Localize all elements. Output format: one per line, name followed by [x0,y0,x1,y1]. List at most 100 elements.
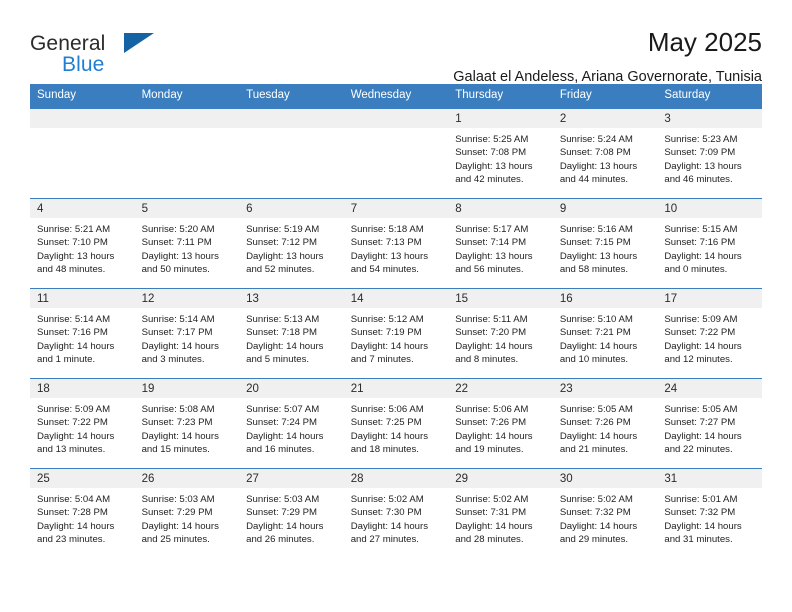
daylight-text-line2: and 44 minutes. [559,174,629,186]
sunrise-text: Sunrise: 5:11 AM [455,313,528,325]
calendar-day-cell[interactable]: 5 Sunrise: 5:20 AM Sunset: 7:11 PM Daylight… [134,197,240,288]
day-sun-info: Sunrise: 5:18 AM Sunset: 7:13 PM Daylight:… [344,218,449,277]
sunset-text: Sunset: 7:08 PM [559,147,631,159]
sunset-text: Sunset: 7:28 PM [37,507,108,519]
sunrise-text: Sunrise: 5:01 AM [664,493,738,505]
daylight-text-line1: Daylight: 13 hours [664,160,742,172]
calendar-day-cell[interactable]: 29 Sunrise: 5:02 AM Sunset: 7:31 PM Dayligh… [448,467,553,558]
calendar-day-cell[interactable]: 14 Sunrise: 5:12 AM Sunset: 7:19 PM Dayligh… [343,287,449,378]
calendar-day-cell[interactable]: 20 Sunrise: 5:07 AM Sunset: 7:24 PM Dayligh… [239,377,344,468]
sunrise-text: Sunrise: 5:02 AM [455,493,529,505]
daylight-text-line1: Daylight: 14 hours [350,430,429,442]
sunrise-text: Sunrise: 5:23 AM [664,133,738,145]
daylight-text-line2: and 22 minutes. [664,444,733,456]
sunset-text: Sunset: 7:32 PM [559,507,631,519]
day-sun-info: Sunrise: 5:01 AM Sunset: 7:32 PM Daylight:… [657,488,762,547]
calendar-day-cell[interactable]: 21 Sunrise: 5:06 AM Sunset: 7:25 PM Dayligh… [343,377,449,468]
daylight-text-line1: Daylight: 14 hours [664,520,742,532]
calendar-daynum: 22 [448,378,553,398]
location-subtitle: Galaat el Andeless, Ariana Governorate, … [453,68,762,85]
sunrise-text: Sunrise: 5:03 AM [141,493,215,505]
calendar-day-cell[interactable]: 6 Sunrise: 5:19 AM Sunset: 7:12 PM Daylight… [239,197,344,288]
calendar-day-cell[interactable]: 31 Sunrise: 5:01 AM Sunset: 7:32 PM Dayligh… [657,467,762,558]
calendar-day-cell[interactable]: 27 Sunrise: 5:03 AM Sunset: 7:29 PM Dayligh… [239,467,344,558]
calendar-daynum: 8 [448,198,553,218]
daylight-text-line2: and 46 minutes. [664,174,733,186]
day-sun-info: Sunrise: 5:08 AM Sunset: 7:23 PM Daylight:… [135,398,240,457]
day-sun-info: Sunrise: 5:03 AM Sunset: 7:29 PM Daylight:… [135,488,240,547]
sunrise-text: Sunrise: 5:02 AM [559,493,633,505]
sunset-text: Sunset: 7:29 PM [246,507,318,519]
day-sun-info: Sunrise: 5:17 AM Sunset: 7:14 PM Daylight:… [448,218,553,277]
day-sun-info: Sunrise: 5:14 AM Sunset: 7:17 PM Daylight:… [135,308,240,367]
calendar-day-cell[interactable]: 11 Sunrise: 5:14 AM Sunset: 7:16 PM Dayligh… [30,287,135,378]
calendar-day-cell[interactable]: 12 Sunrise: 5:14 AM Sunset: 7:17 PM Dayligh… [134,287,240,378]
calendar-daynum: 20 [239,378,344,398]
calendar-day-cell[interactable]: 7 Sunrise: 5:18 AM Sunset: 7:13 PM Daylight… [343,197,449,288]
brand-logo[interactable]: General Blue [30,28,160,80]
daylight-text-line1: Daylight: 14 hours [455,520,533,532]
calendar-day-cell[interactable]: 22 Sunrise: 5:06 AM Sunset: 7:26 PM Dayligh… [448,377,553,468]
calendar-daynum: 30 [552,468,658,488]
daylight-text-line1: Daylight: 13 hours [559,250,638,262]
calendar-day-cell[interactable]: 3 Sunrise: 5:23 AM Sunset: 7:09 PM Daylight… [657,107,762,198]
calendar-day-cell[interactable]: 30 Sunrise: 5:02 AM Sunset: 7:32 PM Dayligh… [552,467,658,558]
daylight-text-line2: and 27 minutes. [350,534,419,546]
calendar-day-cell[interactable]: 17 Sunrise: 5:09 AM Sunset: 7:22 PM Dayligh… [657,287,762,378]
daylight-text-line2: and 25 minutes. [141,534,210,546]
calendar-daynum: 31 [657,468,762,488]
calendar-day-cell[interactable]: 9 Sunrise: 5:16 AM Sunset: 7:15 PM Daylight… [552,197,658,288]
sunset-text: Sunset: 7:27 PM [664,417,736,429]
calendar-day-cell[interactable]: 2 Sunrise: 5:24 AM Sunset: 7:08 PM Daylight… [552,107,658,198]
sunset-text: Sunset: 7:23 PM [141,417,213,429]
calendar-day-cell[interactable]: 25 Sunrise: 5:04 AM Sunset: 7:28 PM Dayligh… [30,467,135,558]
calendar-day-cell[interactable]: 26 Sunrise: 5:03 AM Sunset: 7:29 PM Dayligh… [134,467,240,558]
sunrise-text: Sunrise: 5:14 AM [37,313,111,325]
calendar-day-cell[interactable]: 19 Sunrise: 5:08 AM Sunset: 7:23 PM Dayligh… [134,377,240,468]
sunset-text: Sunset: 7:30 PM [350,507,422,519]
day-sun-info: Sunrise: 5:10 AM Sunset: 7:21 PM Daylight:… [553,308,658,367]
calendar-day-cell[interactable]: 16 Sunrise: 5:10 AM Sunset: 7:21 PM Dayligh… [552,287,658,378]
title-block: May 2025 Galaat el Andeless, Ariana Gove… [453,28,762,85]
day-sun-info: Sunrise: 5:25 AM Sunset: 7:08 PM Daylight:… [448,128,553,187]
calendar-daynum: 19 [134,378,240,398]
calendar-body: 1 Sunrise: 5:25 AM Sunset: 7:08 PM Daylight… [30,107,762,558]
weekday-header-wednesday: Wednesday [343,84,449,108]
day-sun-info: Sunrise: 5:07 AM Sunset: 7:24 PM Daylight:… [239,398,344,457]
calendar-day-cell[interactable]: 13 Sunrise: 5:13 AM Sunset: 7:18 PM Dayligh… [239,287,344,378]
calendar-day-cell[interactable]: 24 Sunrise: 5:05 AM Sunset: 7:27 PM Dayligh… [657,377,762,468]
sunrise-text: Sunrise: 5:10 AM [559,313,633,325]
day-sun-info: Sunrise: 5:04 AM Sunset: 7:28 PM Daylight:… [30,488,135,547]
calendar-day-cell[interactable]: 8 Sunrise: 5:17 AM Sunset: 7:14 PM Daylight… [448,197,553,288]
sunrise-text: Sunrise: 5:08 AM [141,403,215,415]
daylight-text-line1: Daylight: 14 hours [664,430,742,442]
calendar-daynum: 2 [552,108,658,128]
sunset-text: Sunset: 7:14 PM [455,237,527,249]
daylight-text-line2: and 48 minutes. [37,264,106,276]
daylight-text-line2: and 7 minutes. [350,354,414,366]
sunrise-text: Sunrise: 5:15 AM [664,223,738,235]
calendar-day-cell[interactable]: 4 Sunrise: 5:21 AM Sunset: 7:10 PM Daylight… [30,197,135,288]
sunset-text: Sunset: 7:16 PM [664,237,736,249]
calendar-day-cell[interactable]: 1 Sunrise: 5:25 AM Sunset: 7:08 PM Daylight… [448,107,553,198]
sunset-text: Sunset: 7:22 PM [37,417,108,429]
daylight-text-line2: and 29 minutes. [559,534,629,546]
calendar-day-cell[interactable]: 10 Sunrise: 5:15 AM Sunset: 7:16 PM Dayligh… [657,197,762,288]
calendar-daynum: 17 [657,288,762,308]
sunset-text: Sunset: 7:10 PM [37,237,108,249]
calendar-day-cell[interactable]: 15 Sunrise: 5:11 AM Sunset: 7:20 PM Dayligh… [448,287,553,378]
daylight-text-line1: Daylight: 14 hours [141,520,219,532]
sunrise-text: Sunrise: 5:02 AM [350,493,424,505]
calendar-day-cell[interactable]: 23 Sunrise: 5:05 AM Sunset: 7:26 PM Dayligh… [552,377,658,468]
calendar-day-cell[interactable]: 28 Sunrise: 5:02 AM Sunset: 7:30 PM Dayligh… [343,467,449,558]
daylight-text-line1: Daylight: 13 hours [455,160,533,172]
daylight-text-line1: Daylight: 14 hours [246,430,324,442]
sunset-text: Sunset: 7:22 PM [664,327,736,339]
sunset-text: Sunset: 7:11 PM [141,237,212,249]
daylight-text-line2: and 56 minutes. [455,264,524,276]
calendar-day-cell[interactable]: 18 Sunrise: 5:09 AM Sunset: 7:22 PM Dayligh… [30,377,135,468]
calendar-daynum-empty [134,108,240,128]
calendar-daynum: 12 [134,288,240,308]
calendar-daynum-empty [343,108,449,128]
sunset-text: Sunset: 7:12 PM [246,237,318,249]
